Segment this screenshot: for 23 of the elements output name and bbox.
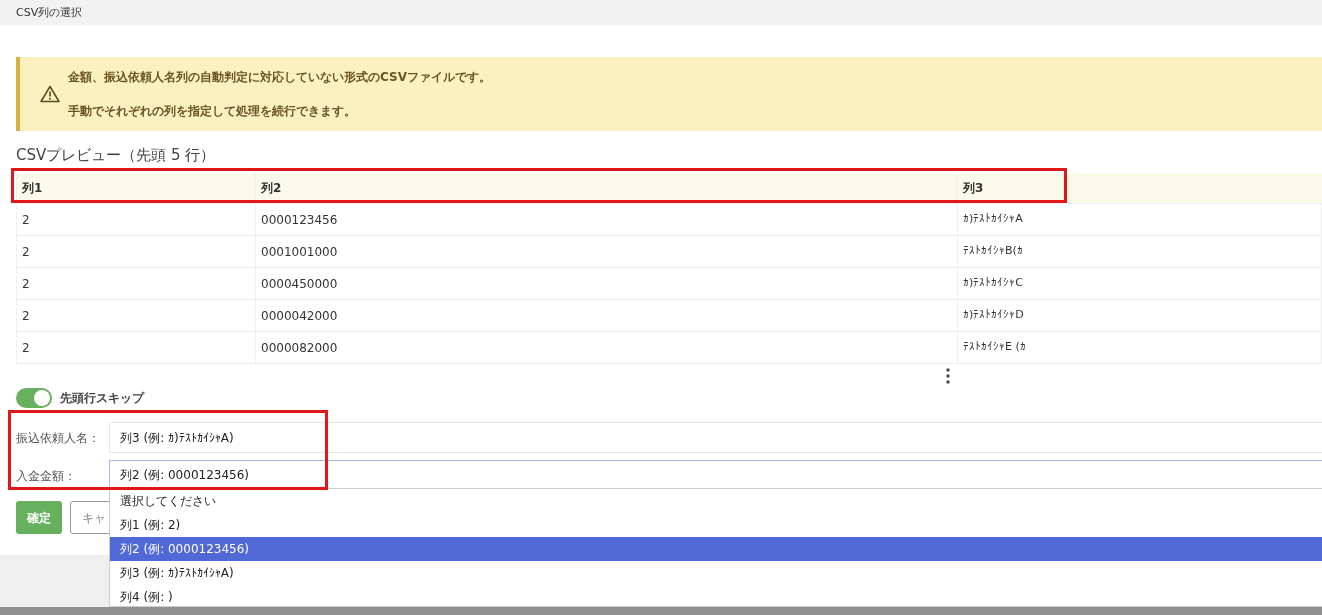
table-cell: 2	[16, 203, 256, 236]
table-cell: ﾃｽﾄｶｲｼｬE (ｶ	[957, 331, 1322, 364]
table-cell: ｶ)ﾃｽﾄｶｲｼｬD	[957, 299, 1322, 332]
table-cell: 2	[16, 299, 256, 332]
table-cell: 0001001000	[255, 235, 958, 268]
table-cell: ｶ)ﾃｽﾄｶｲｼｬC	[957, 267, 1322, 300]
preview-heading: CSVプレビュー（先頭 5 行）	[16, 145, 217, 166]
field-label: 振込依頼人名：	[16, 429, 101, 447]
table-cell: 2	[16, 331, 256, 364]
dialog-title: CSV列の選択	[0, 0, 1322, 25]
alert-text: 手動でそれぞれの列を指定して処理を続行できます。	[68, 103, 357, 120]
table-cell: 0000450000	[255, 267, 958, 300]
toggle-label: 先頭行スキップ	[60, 390, 144, 407]
field-label: 入金金額：	[16, 467, 77, 485]
table-cell: 2	[16, 267, 256, 300]
table-cell: 0000082000	[255, 331, 958, 364]
table-cell: ﾃｽﾄｶｲｼｬB(ｶ	[957, 235, 1322, 268]
table-cell: ｶ)ﾃｽﾄｶｲｼｬA	[957, 203, 1322, 236]
table-cell: 2	[16, 235, 256, 268]
table-cell: 0000042000	[255, 299, 958, 332]
table-cell: 0000123456	[255, 203, 958, 236]
column-header: 列3	[957, 172, 1322, 204]
alert-text: 金額、振込依頼人名列の自動判定に対応していない形式のCSVファイルです。	[68, 69, 491, 86]
